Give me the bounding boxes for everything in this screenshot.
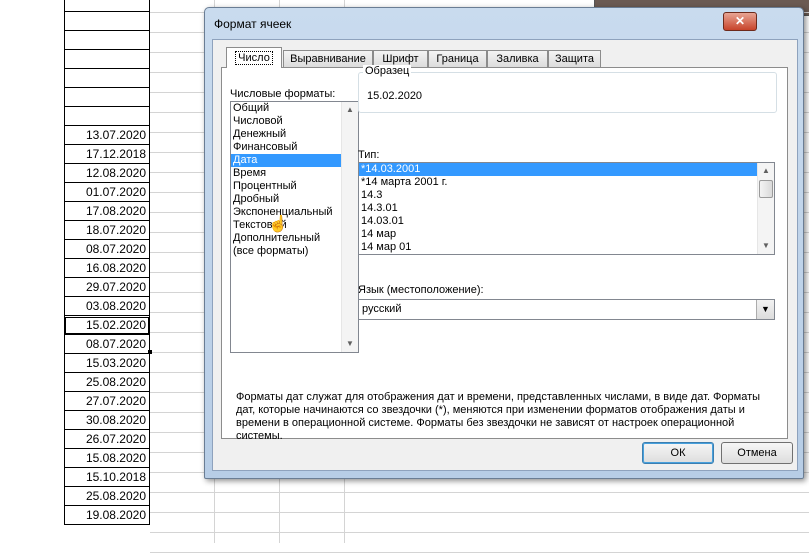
types-scrollbar[interactable]: ▲ ▼ xyxy=(757,163,774,254)
date-cell[interactable]: 03.08.2020 xyxy=(64,297,150,316)
date-cell[interactable]: 08.07.2020 xyxy=(64,335,150,354)
scroll-thumb[interactable] xyxy=(759,180,773,198)
chevron-down-icon[interactable]: ▼ xyxy=(756,300,774,319)
date-cell[interactable]: 19.08.2020 xyxy=(64,506,150,525)
tab-number[interactable]: Число xyxy=(226,47,282,68)
gridline xyxy=(150,532,809,533)
active-cell[interactable]: 15.02.2020 xyxy=(64,316,150,335)
scroll-up-icon[interactable]: ▲ xyxy=(342,102,358,118)
date-cell[interactable] xyxy=(64,69,150,88)
date-cell[interactable]: 25.08.2020 xyxy=(64,487,150,506)
formats-label: Числовые форматы: xyxy=(230,88,336,100)
date-cell[interactable]: 12.08.2020 xyxy=(64,164,150,183)
type-label: Тип: xyxy=(358,149,380,161)
tab-border[interactable]: Граница xyxy=(428,50,487,67)
date-cell[interactable]: 26.07.2020 xyxy=(64,430,150,449)
language-select[interactable]: русский ▼ xyxy=(358,299,775,320)
date-cell[interactable] xyxy=(64,0,150,12)
ok-button[interactable]: ОК xyxy=(642,442,714,464)
date-cell[interactable]: 15.10.2018 xyxy=(64,468,150,487)
type-item[interactable]: 14 мар 01 xyxy=(359,241,757,254)
format-item[interactable]: Числовой xyxy=(231,115,341,128)
tab-fill[interactable]: Заливка xyxy=(487,50,548,67)
date-cell[interactable] xyxy=(64,31,150,50)
scroll-down-icon[interactable]: ▼ xyxy=(342,336,358,352)
date-cell[interactable]: 01.07.2020 xyxy=(64,183,150,202)
types-list[interactable]: *14.03.2001 *14 марта 2001 г. 14.3 14.3.01 1… xyxy=(358,162,775,255)
date-cell[interactable]: 15.03.2020 xyxy=(64,354,150,373)
scroll-down-icon[interactable]: ▼ xyxy=(758,238,774,254)
format-item[interactable]: (все форматы) xyxy=(231,245,341,258)
type-item[interactable]: *14 марта 2001 г. xyxy=(359,176,757,189)
mouse-cursor-icon: ☝ xyxy=(268,216,288,233)
date-column: 13.07.2020 17.12.2018 12.08.2020 01.07.2020… xyxy=(64,0,150,525)
dialog-body: Число Выравнивание Шрифт Граница Заливка… xyxy=(212,39,798,471)
type-item[interactable]: *14.03.2001 xyxy=(359,163,757,176)
tab-protection[interactable]: Защита xyxy=(548,50,601,67)
sample-value: 15.02.2020 xyxy=(367,90,423,102)
date-cell[interactable]: 08.07.2020 xyxy=(64,240,150,259)
format-item[interactable]: Дата xyxy=(231,154,341,167)
gridline xyxy=(150,492,809,493)
date-cell[interactable] xyxy=(64,12,150,31)
sample-group: Образец 15.02.2020 xyxy=(358,65,777,113)
dialog-title: Формат ячеек xyxy=(214,17,292,31)
format-item[interactable]: Время xyxy=(231,167,341,180)
date-cell[interactable]: 25.08.2020 xyxy=(64,373,150,392)
format-item[interactable]: Денежный xyxy=(231,128,341,141)
date-cell[interactable]: 15.08.2020 xyxy=(64,449,150,468)
date-cell[interactable]: 17.08.2020 xyxy=(64,202,150,221)
type-item[interactable]: 14 мар xyxy=(359,228,757,241)
tab-panel-number: Числовые форматы: Общий Числовой Денежный Ф… xyxy=(221,65,788,442)
format-cells-dialog: Формат ячеек ✕ Число Выравнивание Шрифт … xyxy=(204,7,804,479)
date-cell[interactable]: 13.07.2020 xyxy=(64,126,150,145)
close-button[interactable]: ✕ xyxy=(723,12,757,31)
format-item[interactable]: Общий xyxy=(231,102,341,115)
date-cell[interactable]: 17.12.2018 xyxy=(64,145,150,164)
date-cell[interactable] xyxy=(64,107,150,126)
scroll-up-icon[interactable]: ▲ xyxy=(758,163,774,179)
gridline xyxy=(150,512,809,513)
date-cell[interactable] xyxy=(64,88,150,107)
formats-list[interactable]: Общий Числовой Денежный Финансовый Дата Время… xyxy=(230,101,359,353)
format-item[interactable]: Процентный xyxy=(231,180,341,193)
formats-scrollbar[interactable]: ▲ ▼ xyxy=(341,102,358,352)
date-cell[interactable]: 18.07.2020 xyxy=(64,221,150,240)
language-value: русский xyxy=(362,303,402,315)
type-item[interactable]: 14.3.01 xyxy=(359,202,757,215)
format-description: Форматы дат служат для отображения дат и… xyxy=(236,391,761,442)
sample-label: Образец xyxy=(363,65,412,77)
format-item[interactable]: Дробный xyxy=(231,193,341,206)
date-cell[interactable] xyxy=(64,50,150,69)
fill-handle[interactable] xyxy=(148,350,152,354)
tab-alignment[interactable]: Выравнивание xyxy=(283,50,373,67)
language-label: Язык (местоположение): xyxy=(358,284,484,296)
cancel-button[interactable]: Отмена xyxy=(721,442,793,464)
date-cell[interactable]: 30.08.2020 xyxy=(64,411,150,430)
date-cell[interactable]: 27.07.2020 xyxy=(64,392,150,411)
format-item[interactable]: Финансовый xyxy=(231,141,341,154)
type-item[interactable]: 14.03.01 xyxy=(359,215,757,228)
date-cell[interactable]: 16.08.2020 xyxy=(64,259,150,278)
date-cell[interactable]: 29.07.2020 xyxy=(64,278,150,297)
type-item[interactable]: 14.3 xyxy=(359,189,757,202)
